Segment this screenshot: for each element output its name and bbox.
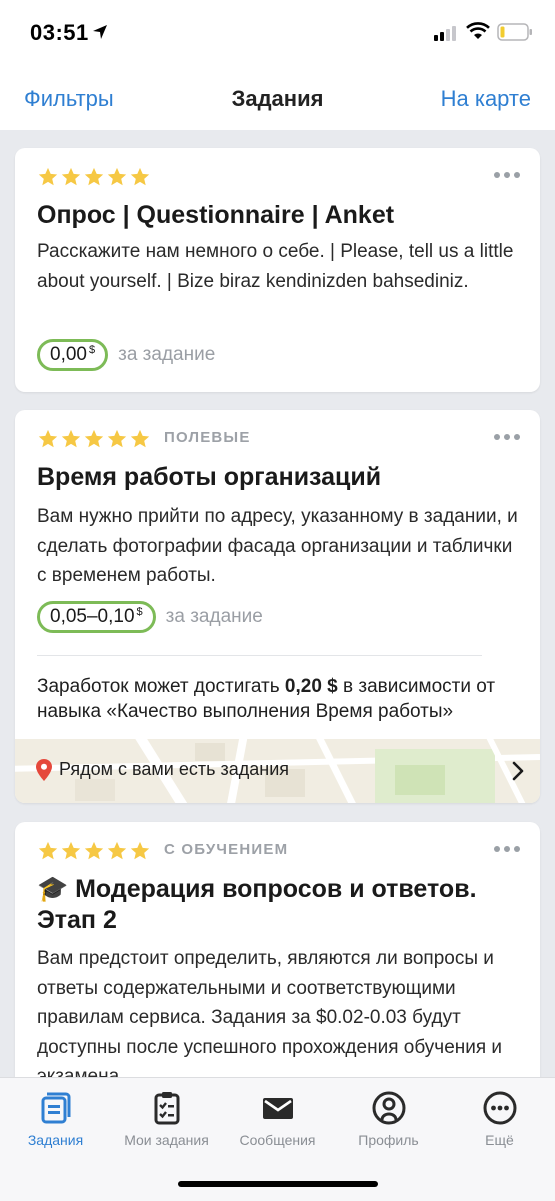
tab-profile[interactable]: Профиль [333,1078,444,1168]
price-badge: 0,00 $ [37,339,109,371]
tab-label: Профиль [358,1132,419,1148]
clipboard-check-icon [154,1092,179,1125]
price-row: 0,05–0,10 $ за задание [37,601,263,633]
graduation-cap-icon: 🎓 [37,875,69,903]
price-value: 0,00 [50,344,87,365]
currency-sign: $ [88,344,96,356]
star-icon [107,167,127,186]
task-description: Расскажите нам немного о себе. | Please,… [37,241,514,292]
rating-stars [37,840,151,862]
task-title: Опрос | Questionnaire | Anket [37,201,395,229]
tab-messages[interactable]: Сообщения [222,1078,333,1168]
task-description: Вам нужно прийти по адресу, указанному в… [37,506,518,586]
earnings-note: Заработок может достигать 0,20 $ в завис… [37,674,527,724]
task-title: 🎓 Модерация вопросов и ответов. Этап 2 [37,874,517,936]
nearby-tasks-label: Рядом с вами есть задания [59,759,290,779]
tab-label: Ещё [485,1132,514,1148]
location-pin-icon [36,759,52,781]
more-options-button[interactable] [494,846,520,852]
tab-more[interactable]: Ещё [444,1078,555,1168]
task-tag: ПОЛЕВЫЕ [164,429,251,446]
wifi-icon [466,22,490,39]
star-icon [130,841,150,860]
divider [37,655,482,656]
star-icon [38,841,58,860]
star-icon [38,429,58,448]
rating-stars [37,166,151,188]
more-options-button[interactable] [494,172,520,178]
task-card[interactable]: ПОЛЕВЫЕ Время работы организаций Вам нуж… [15,410,540,803]
envelope-icon [262,1098,293,1119]
task-tag: С ОБУЧЕНИЕМ [164,841,289,858]
currency-sign: $ [136,606,143,618]
star-icon [107,429,127,448]
star-icon [84,841,104,860]
nearby-tasks-map[interactable]: Рядом с вами есть задания [15,739,540,803]
tab-label: Задания [27,1132,84,1148]
task-title-text: Модерация вопросов и ответов. Этап 2 [37,875,477,934]
star-icon [84,167,104,186]
more-options-button[interactable] [494,434,520,440]
filters-button[interactable]: Фильтры [24,86,114,112]
task-title: Время работы организаций [37,463,382,491]
star-icon [61,841,81,860]
price-row: 0,00 $ за задание [37,339,215,371]
tab-my-tasks[interactable]: Мои задания [111,1078,222,1168]
star-icon [130,167,150,186]
price-badge: 0,05–0,10 $ [37,601,156,633]
task-card[interactable]: Опрос | Questionnaire | Anket Расскажите… [15,148,540,392]
tab-label: Мои задания [124,1132,209,1148]
status-bar: 03:51 [0,0,555,66]
star-icon [84,429,104,448]
earnings-prefix: Заработок может достигать [37,676,285,697]
price-value: 0,05–0,10 [50,606,135,627]
star-icon [38,167,58,186]
per-task-label: за задание [118,344,216,365]
earnings-amount: 0,20 $ [284,676,338,697]
tab-label: Сообщения [239,1132,316,1148]
star-icon [61,429,81,448]
battery-icon [497,23,532,41]
profile-icon [372,1091,405,1125]
star-icon [130,429,150,448]
signal-icon [434,26,456,41]
task-description: Вам предстоит определить, являются ли во… [37,948,503,1087]
tasks-icon [41,1092,70,1124]
on-map-button[interactable]: На карте [441,86,531,112]
rating-stars [37,428,151,450]
home-indicator [178,1181,378,1187]
star-icon [107,841,127,860]
star-icon [61,167,81,186]
location-arrow-icon [93,25,107,39]
more-dots-icon [483,1091,516,1125]
tab-tasks[interactable]: Задания [0,1078,111,1168]
chevron-right-icon [512,761,524,781]
navigation-bar: Фильтры Задания На карте [0,66,555,130]
status-time: 03:51 [30,20,89,45]
per-task-label: за задание [165,606,263,627]
